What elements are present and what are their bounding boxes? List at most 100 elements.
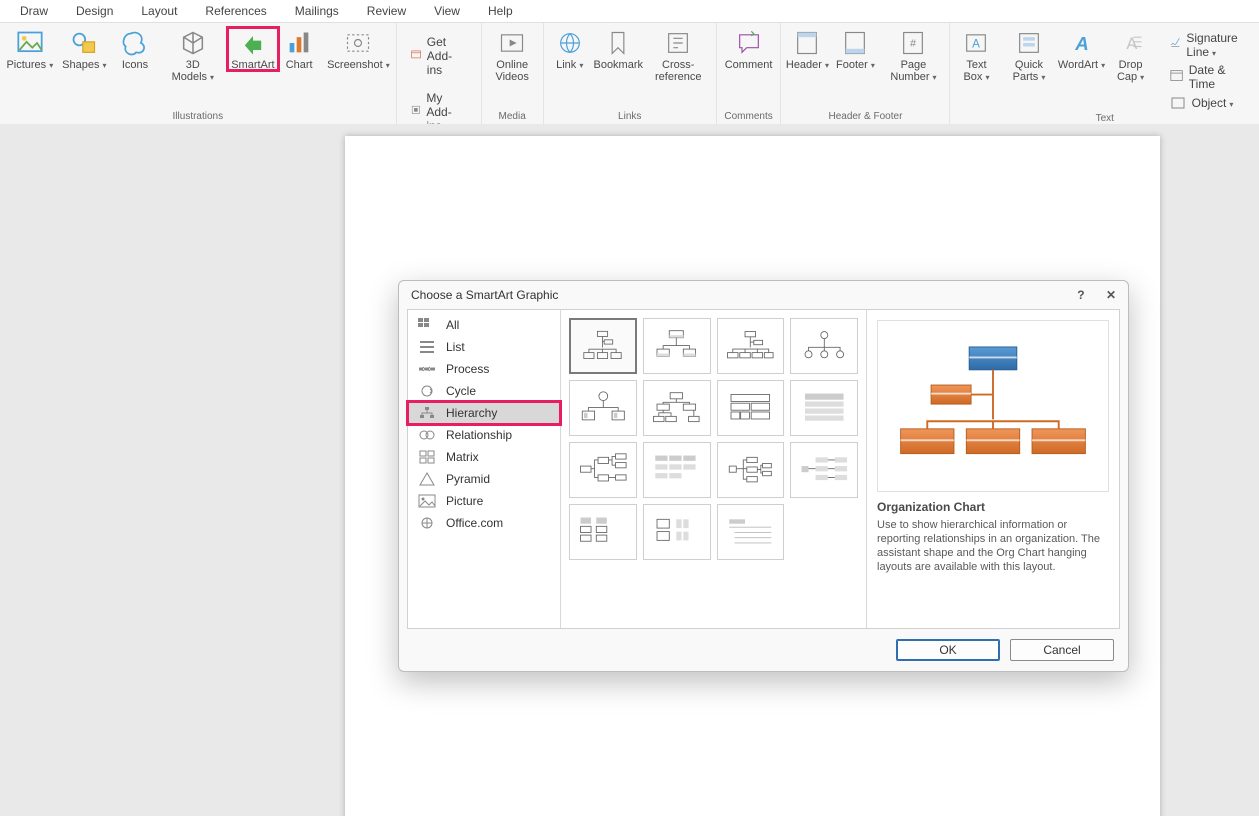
office-icon	[418, 516, 436, 530]
category-process[interactable]: Process	[408, 358, 560, 380]
group-media: Online Videos Media	[482, 23, 544, 125]
preview-image	[877, 320, 1109, 492]
picture-cat-icon	[418, 494, 436, 508]
dialog-close-button[interactable]: ✕	[1106, 288, 1116, 302]
matrix-icon	[418, 450, 436, 464]
preview-pane: Organization Chart Use to show hierarchi…	[867, 310, 1119, 628]
layout-architecture[interactable]	[643, 504, 711, 560]
category-hierarchy[interactable]: Hierarchy	[408, 402, 560, 424]
date-time-button[interactable]: Date & Time	[1162, 61, 1251, 93]
dialog-titlebar: Choose a SmartArt Graphic ? ✕	[399, 281, 1128, 309]
category-list[interactable]: List	[408, 336, 560, 358]
signature-icon	[1170, 37, 1181, 53]
category-matrix[interactable]: Matrix	[408, 446, 560, 468]
online-videos-button[interactable]: Online Videos	[484, 27, 541, 83]
layout-hierarchy[interactable]	[569, 380, 637, 436]
get-addins-label: Get Add-ins	[427, 35, 467, 77]
layout-horizontal-hierarchy[interactable]	[569, 442, 637, 498]
layout-half-circle-org[interactable]	[717, 318, 785, 374]
tab-references[interactable]: References	[205, 4, 266, 18]
header-icon	[793, 29, 821, 57]
group-text: AText Box Quick Parts AWordArt ADrop Cap…	[950, 23, 1259, 125]
screenshot-icon	[344, 29, 372, 57]
textbox-button[interactable]: AText Box	[952, 27, 1000, 84]
category-all[interactable]: All	[408, 314, 560, 336]
group-illustrations-label: Illustrations	[2, 111, 394, 124]
layout-horizontal-multi[interactable]	[643, 442, 711, 498]
comment-button[interactable]: Comment	[719, 27, 779, 71]
shapes-label: Shapes	[62, 59, 106, 72]
page-number-button[interactable]: #Page Number	[879, 27, 947, 84]
dialog-footer: OK Cancel	[399, 633, 1128, 671]
header-label: Header	[786, 59, 829, 72]
category-pyramid-label: Pyramid	[446, 472, 490, 486]
layout-labeled-hierarchy[interactable]	[643, 380, 711, 436]
datetime-label: Date & Time	[1189, 63, 1243, 91]
layout-hierarchy-list[interactable]	[790, 442, 858, 498]
link-button[interactable]: Link	[546, 27, 594, 72]
tab-review[interactable]: Review	[367, 4, 406, 18]
layout-org-chart[interactable]	[569, 318, 637, 374]
picture-icon	[16, 29, 44, 57]
category-cycle[interactable]: Cycle	[408, 380, 560, 402]
tab-help[interactable]: Help	[488, 4, 513, 18]
list-icon	[418, 340, 436, 354]
screenshot-button[interactable]: Screenshot	[323, 27, 393, 72]
crossref-icon	[664, 29, 692, 57]
chart-icon	[285, 29, 313, 57]
all-icon	[418, 318, 436, 332]
category-list: All List Process Cycle Hierarchy Relatio…	[408, 310, 561, 628]
shapes-button[interactable]: Shapes	[58, 27, 111, 72]
category-office[interactable]: Office.com	[408, 512, 560, 534]
3d-models-button[interactable]: 3D Models	[159, 27, 227, 84]
tab-design[interactable]: Design	[76, 4, 113, 18]
header-button[interactable]: Header	[783, 27, 831, 72]
dropcap-icon: A	[1117, 29, 1145, 57]
quick-parts-button[interactable]: Quick Parts	[1000, 27, 1057, 84]
bookmark-button[interactable]: Bookmark	[594, 27, 643, 71]
icons-button[interactable]: Icons	[111, 27, 159, 71]
svg-text:A: A	[1074, 33, 1088, 54]
layout-horizontal-org[interactable]	[790, 380, 858, 436]
tab-view[interactable]: View	[434, 4, 460, 18]
object-button[interactable]: Object	[1162, 93, 1251, 113]
layout-horizontal-labeled[interactable]	[717, 442, 785, 498]
dropcap-label: Drop Cap	[1112, 59, 1150, 84]
group-media-label: Media	[484, 111, 541, 124]
layout-text-hierarchy[interactable]	[717, 504, 785, 560]
smartart-button[interactable]: SmartArt	[227, 27, 280, 71]
layout-name-title-org[interactable]	[643, 318, 711, 374]
layout-circle-picture-hier[interactable]	[790, 318, 858, 374]
ribbon: Pictures Shapes Icons 3D Models SmartArt…	[0, 23, 1259, 126]
hierarchy-icon	[418, 406, 436, 420]
signature-line-button[interactable]: Signature Line	[1162, 29, 1251, 61]
svg-text:A: A	[973, 38, 981, 51]
datetime-icon	[1170, 69, 1183, 85]
quickparts-label: Quick Parts	[1006, 59, 1051, 84]
comment-label: Comment	[725, 59, 773, 71]
layout-lined-list[interactable]	[569, 504, 637, 560]
get-addins-button[interactable]: Get Add-ins	[403, 33, 475, 79]
category-relationship-label: Relationship	[446, 428, 512, 442]
pictures-button[interactable]: Pictures	[2, 27, 58, 72]
group-illustrations: Pictures Shapes Icons 3D Models SmartArt…	[0, 23, 397, 125]
footer-button[interactable]: Footer	[831, 27, 879, 72]
category-relationship[interactable]: Relationship	[408, 424, 560, 446]
tab-mailings[interactable]: Mailings	[295, 4, 339, 18]
category-pyramid[interactable]: Pyramid	[408, 468, 560, 490]
group-comments: Comment Comments	[717, 23, 782, 125]
tab-layout[interactable]: Layout	[141, 4, 177, 18]
drop-cap-button[interactable]: ADrop Cap	[1106, 27, 1156, 84]
wordart-button[interactable]: A WordArt	[1058, 27, 1106, 72]
quickparts-icon	[1015, 29, 1043, 57]
chart-label: Chart	[286, 59, 313, 71]
cancel-button[interactable]: Cancel	[1010, 639, 1114, 661]
dialog-help-button[interactable]: ?	[1077, 288, 1084, 302]
category-picture[interactable]: Picture	[408, 490, 560, 512]
ok-button[interactable]: OK	[896, 639, 1000, 661]
chart-button[interactable]: Chart	[275, 27, 323, 71]
cross-reference-button[interactable]: Cross-reference	[643, 27, 714, 83]
tab-draw[interactable]: Draw	[20, 4, 48, 18]
layout-table-hierarchy[interactable]	[717, 380, 785, 436]
wordart-label: WordArt	[1058, 59, 1105, 72]
